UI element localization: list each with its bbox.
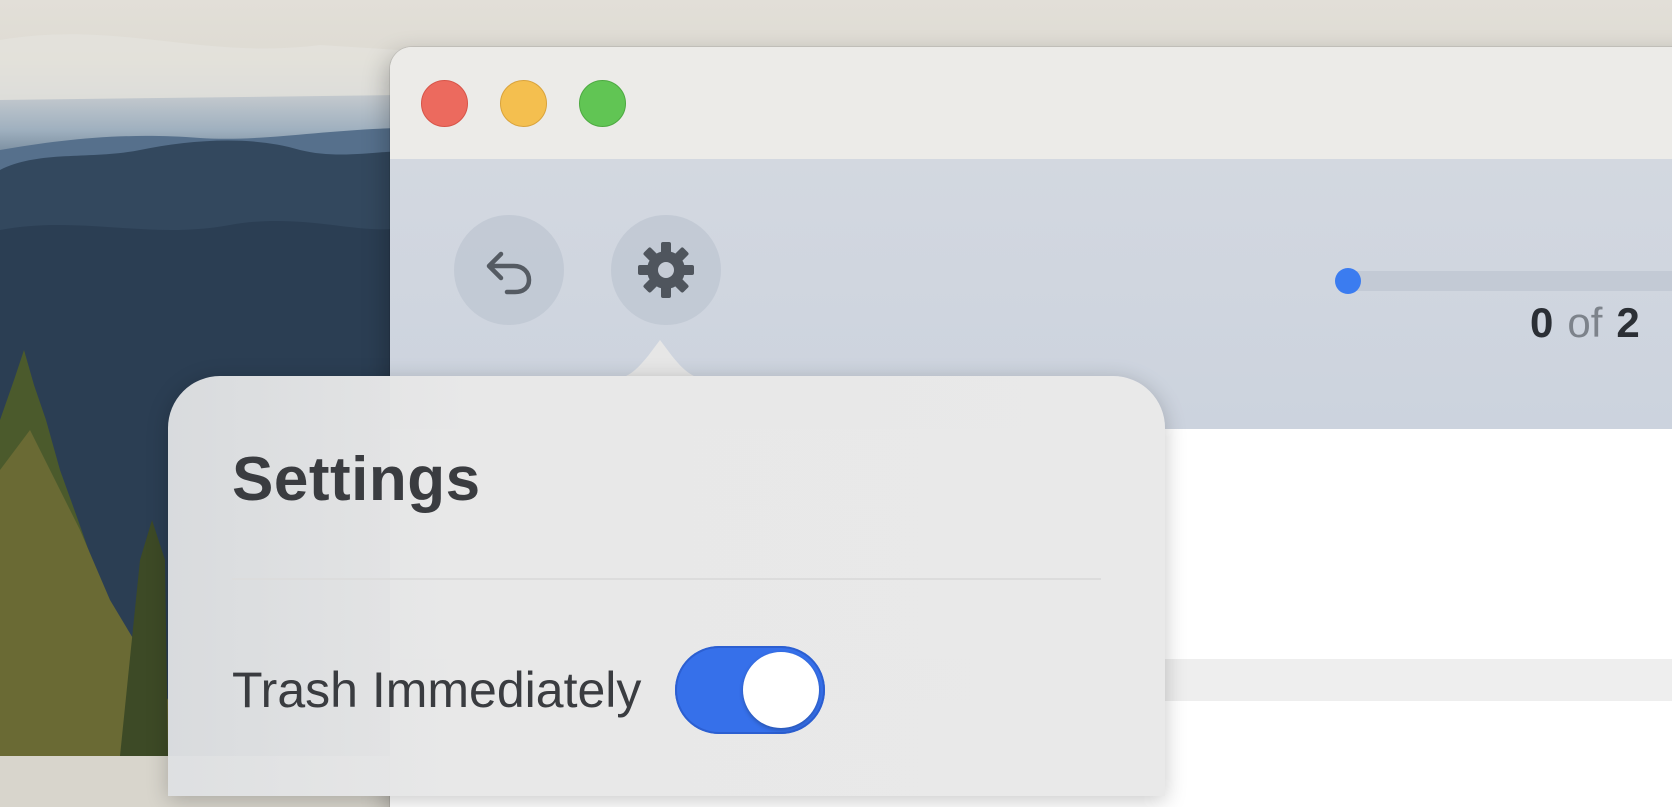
settings-button[interactable]: [611, 215, 721, 325]
progress-of-label: of: [1567, 299, 1603, 346]
gear-icon: [638, 242, 694, 298]
trash-immediately-toggle[interactable]: [675, 646, 826, 734]
trash-immediately-label: Trash Immediately: [232, 662, 642, 718]
title-bar: [390, 47, 1672, 159]
progress-bar: [1335, 268, 1672, 294]
undo-button[interactable]: [454, 215, 564, 325]
progress-current: 0: [1530, 299, 1554, 346]
undo-arrow-icon: [486, 251, 532, 295]
toggle-knob: [743, 652, 820, 728]
settings-popover: Settings Trash Immediately: [168, 376, 1165, 796]
zoom-window-button[interactable]: [579, 80, 626, 127]
popover-title: Settings: [232, 445, 481, 514]
progress-counter: 0 of 2: [1530, 299, 1640, 347]
setting-row-trash-immediately: Trash Immediately: [232, 644, 826, 736]
popover-arrow: [608, 340, 712, 380]
popover-divider: [232, 578, 1101, 580]
minimize-window-button[interactable]: [500, 80, 547, 127]
progress-total: 2: [1616, 299, 1640, 346]
progress-indicator: [1335, 268, 1361, 294]
close-window-button[interactable]: [421, 80, 468, 127]
